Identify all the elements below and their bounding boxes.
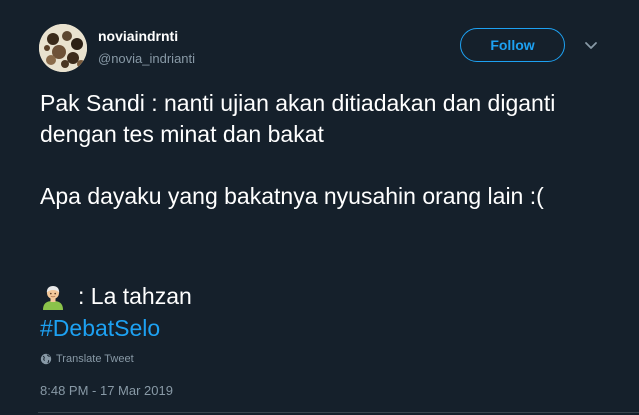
- follow-button[interactable]: Follow: [460, 28, 565, 62]
- tweet-text: Pak Sandi : nanti ujian akan ditiadakan …: [40, 90, 556, 209]
- user-handle[interactable]: @novia_indrianti: [98, 51, 195, 66]
- translate-label: Translate Tweet: [56, 353, 134, 365]
- divider: [38, 412, 639, 413]
- emoji-caption: : La tahzan: [78, 283, 192, 309]
- old-man-emoji-icon: [40, 284, 66, 310]
- tweet-card: noviaindrnti @novia_indrianti Follow Pak…: [0, 0, 639, 415]
- display-name[interactable]: noviaindrnti: [98, 28, 178, 44]
- profile-photo-icon: [39, 24, 87, 72]
- tweet-timestamp[interactable]: 8:48 PM - 17 Mar 2019: [40, 383, 173, 398]
- emoji-line: : La tahzan: [40, 281, 192, 312]
- hashtag-link[interactable]: #DebatSelo: [40, 313, 160, 344]
- translate-tweet-link[interactable]: Translate Tweet: [40, 352, 134, 366]
- avatar[interactable]: [39, 24, 87, 72]
- chevron-down-icon[interactable]: [582, 38, 600, 54]
- globe-icon: [40, 353, 52, 365]
